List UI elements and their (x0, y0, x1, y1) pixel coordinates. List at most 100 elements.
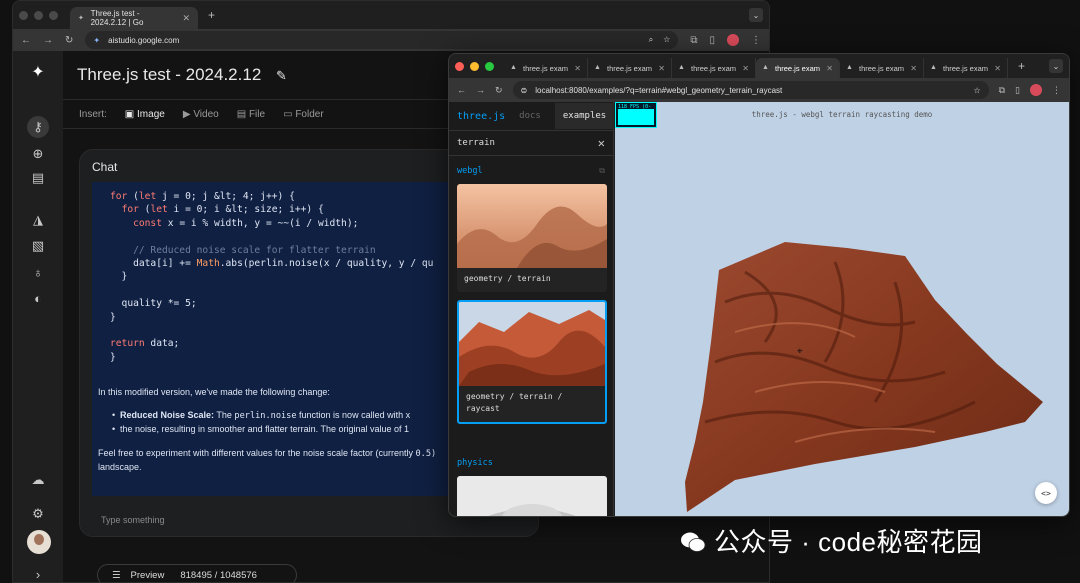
front-tab[interactable]: ▲ three.js exam ✕ (504, 58, 588, 78)
back-address-bar[interactable]: ✦ aistudio.google.com ⌕ ☆ (85, 31, 679, 49)
search-field[interactable]: terrain ✕ (449, 130, 613, 156)
threejs-favicon-icon: ▲ (930, 64, 937, 71)
key-icon[interactable]: ⚷ (27, 116, 49, 138)
minimize-dot[interactable] (34, 10, 43, 20)
aistudio-logo-icon[interactable]: ✦ (27, 61, 49, 83)
terrain-mesh[interactable]: ⌖ (615, 102, 1070, 517)
token-count: 818495 / 1048576 (180, 569, 257, 581)
front-tab-title: three.js exam (859, 63, 905, 73)
forward-icon[interactable]: → (476, 85, 485, 95)
extensions-icon[interactable]: ⧉ (999, 85, 1005, 96)
threejs-brand-link[interactable]: three.js (457, 111, 505, 122)
site-info-icon[interactable]: ✦ (93, 36, 100, 45)
close-tab-icon[interactable]: ✕ (574, 64, 581, 73)
insert-file-button[interactable]: ▤ File (237, 109, 265, 120)
tab-search-icon[interactable]: ⌄ (749, 8, 763, 22)
new-tab-icon[interactable]: + (208, 8, 215, 22)
front-tab[interactable]: ▲ three.js exam ✕ (588, 58, 672, 78)
close-tab-icon[interactable]: ✕ (826, 64, 833, 73)
webgl-viewport[interactable]: three.js - webgl terrain raycasting demo… (615, 102, 1069, 516)
expand-chevron-icon[interactable]: › (27, 563, 49, 582)
back-icon[interactable]: ← (457, 85, 466, 95)
menu-kebab-icon[interactable]: ⋮ (1052, 85, 1061, 96)
front-address-bar[interactable]: ⊜ localhost:8080/examples/?q=terrain#web… (512, 81, 989, 99)
sidebar-header: three.js docs examples (449, 102, 615, 130)
view-source-button[interactable]: <> (1035, 482, 1057, 504)
menu-kebab-icon[interactable]: ⋮ (751, 35, 761, 46)
mouse-cursor-icon: ⌖ (797, 346, 803, 357)
image-icon: ▣ (124, 108, 135, 120)
close-tab-icon[interactable]: ✕ (910, 64, 917, 73)
cloud-icon[interactable]: ☁ (27, 469, 49, 491)
extensions-icon[interactable]: ⧉ (690, 35, 697, 46)
docs-tab[interactable]: docs (519, 111, 541, 121)
reload-icon[interactable]: ↻ (65, 35, 73, 46)
front-tab[interactable]: ▲ three.js exam ✕ (924, 58, 1008, 78)
front-toolbar: ← → ↻ ⊜ localhost:8080/examples/?q=terra… (449, 78, 1069, 102)
tab-search-icon[interactable]: ⌄ (1049, 59, 1063, 73)
minimize-dot[interactable] (470, 61, 479, 71)
settings-gear-icon[interactable]: ⚙ (27, 503, 49, 525)
library-icon[interactable]: ▤ (27, 167, 49, 189)
forward-icon[interactable]: → (43, 35, 53, 46)
front-tab-title: three.js exam (775, 63, 821, 73)
zoom-dot[interactable] (485, 61, 494, 71)
close-tab-icon[interactable]: ✕ (658, 64, 665, 73)
front-tabs: ▲ three.js exam ✕ ▲ three.js exam ✕ ▲ three.js … (504, 58, 1008, 78)
chat-title: Chat (92, 160, 118, 174)
close-tab-icon[interactable]: ✕ (182, 13, 190, 24)
insert-image-button[interactable]: ▣ Image (125, 109, 165, 120)
bookmark-star-icon[interactable]: ☆ (663, 35, 670, 45)
insert-video-button[interactable]: ▶ Video (183, 109, 219, 120)
example-card-terrain[interactable]: geometry / terrain (457, 184, 607, 292)
terrain-raycast-thumbnail (459, 302, 605, 386)
close-tab-icon[interactable]: ✕ (994, 64, 1001, 73)
preview-button[interactable]: ☰ Preview 818495 / 1048576 (97, 564, 297, 582)
profile-avatar[interactable] (727, 34, 739, 46)
front-tab[interactable]: ▲ three.js exam ✕ (756, 58, 840, 78)
example-card-terrain-raycast[interactable]: geometry / terrain / raycast (457, 300, 607, 424)
front-tab[interactable]: ▲ three.js exam ✕ (672, 58, 756, 78)
watermark-text: 公众号 · code秘密花园 (714, 526, 983, 557)
back-icon[interactable]: ← (21, 35, 31, 46)
back-tab-strip: ✦ Three.js test - 2024.2.12 | Go ✕ + ⌄ (13, 1, 769, 29)
example-card-physics[interactable] (457, 476, 607, 516)
close-tab-icon[interactable]: ✕ (742, 64, 749, 73)
school-icon[interactable]: ◮ (27, 209, 49, 231)
insert-label: Insert: (79, 108, 107, 120)
wechat-logo-icon (680, 529, 706, 552)
new-tab-icon[interactable]: + (1018, 59, 1025, 73)
side-panel-icon[interactable]: ▯ (709, 35, 715, 46)
back-toolbar: ← → ↻ ✦ aistudio.google.com ⌕ ☆ ⧉ ▯ ⋮ (13, 29, 769, 51)
profile-avatar[interactable] (1030, 84, 1042, 96)
zoom-lens-icon[interactable]: ⌕ (649, 35, 653, 45)
zoom-dot[interactable] (49, 10, 58, 20)
front-url-text: localhost:8080/examples/?q=terrain#webgl… (535, 85, 783, 95)
prompt-title-text: Three.js test - 2024.2.12 (77, 65, 262, 84)
examples-tab[interactable]: examples (554, 103, 615, 129)
threejs-favicon-icon: ▲ (510, 64, 517, 71)
new-prompt-icon[interactable]: ⊕ (27, 143, 49, 165)
bulb-icon[interactable]: ♁ (27, 261, 49, 283)
docs-icon[interactable]: ▧ (27, 235, 49, 257)
site-info-icon[interactable]: ⊜ (521, 86, 528, 95)
example-label: geometry / terrain (464, 274, 551, 283)
open-external-icon[interactable]: ⧉ (599, 166, 605, 176)
back-tab-active[interactable]: ✦ Three.js test - 2024.2.12 | Go ✕ (70, 7, 198, 29)
reload-icon[interactable]: ↻ (495, 85, 503, 96)
aistudio-favicon-icon: ✦ (78, 15, 84, 22)
close-dot[interactable] (455, 61, 464, 71)
example-label: geometry / terrain / raycast (466, 392, 563, 413)
user-avatar[interactable] (27, 530, 51, 554)
prompt-title[interactable]: Three.js test - 2024.2.12 ✎ (77, 65, 287, 85)
clear-search-icon[interactable]: ✕ (598, 136, 605, 150)
front-tab[interactable]: ▲ three.js exam ✕ (840, 58, 924, 78)
search-input[interactable]: terrain (457, 138, 495, 148)
bookmark-star-icon[interactable]: ☆ (973, 86, 980, 95)
side-panel-icon[interactable]: ▯ (1015, 85, 1020, 96)
edit-pencil-icon[interactable]: ✎ (276, 68, 287, 83)
menu-lines-icon: ☰ (112, 569, 121, 581)
discord-icon[interactable]: ◐ (27, 287, 49, 309)
close-dot[interactable] (19, 10, 28, 20)
insert-folder-button[interactable]: ▭ Folder (283, 109, 324, 120)
